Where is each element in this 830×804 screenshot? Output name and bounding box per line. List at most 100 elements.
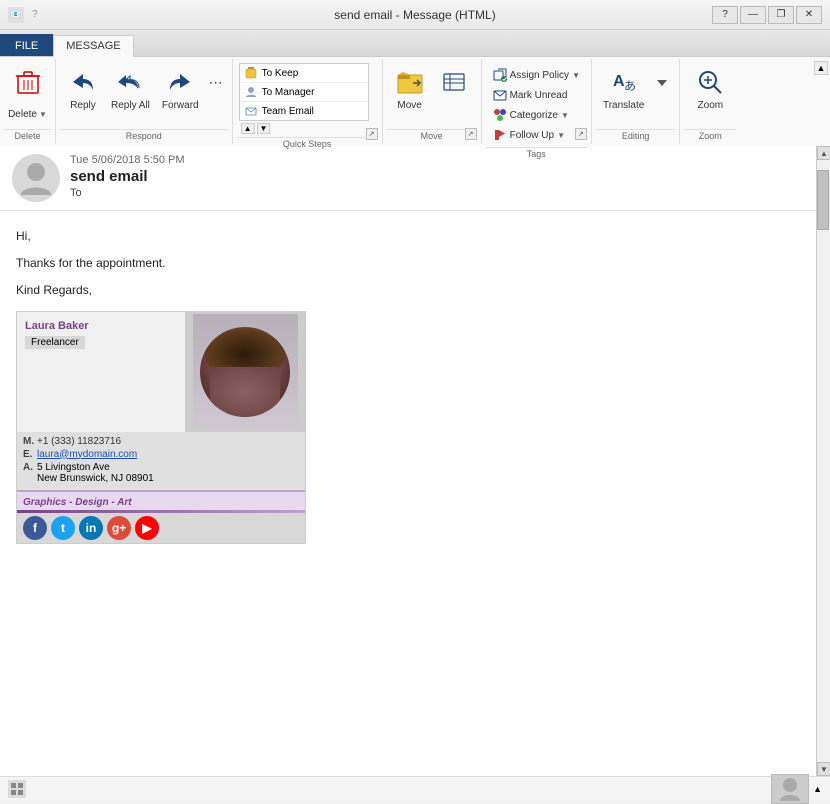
status-left bbox=[8, 780, 26, 798]
tab-message[interactable]: MESSAGE bbox=[53, 35, 133, 57]
assign-policy-button[interactable]: Assign Policy ▼ bbox=[488, 65, 585, 85]
tab-file[interactable]: FILE bbox=[0, 34, 53, 56]
translate-icon: A あ bbox=[608, 66, 640, 98]
help-btn[interactable]: ? bbox=[712, 6, 738, 24]
close-btn[interactable]: ✕ bbox=[796, 6, 822, 24]
restore-btn[interactable]: ❐ bbox=[768, 6, 794, 24]
twitter-icon[interactable]: t bbox=[51, 516, 75, 540]
move-expand-icon[interactable]: ↗ bbox=[465, 128, 477, 140]
to-manager-label: To Manager bbox=[262, 87, 315, 98]
to-keep-label: To Keep bbox=[262, 68, 299, 79]
title-bar-help[interactable]: ? bbox=[32, 9, 38, 20]
scroll-up-btn[interactable]: ▲ bbox=[817, 146, 830, 160]
forward-button[interactable]: Forward bbox=[157, 63, 204, 127]
follow-up-button[interactable]: Follow Up ▼ bbox=[488, 125, 585, 145]
assign-policy-icon bbox=[492, 67, 508, 83]
delete-icon bbox=[12, 66, 44, 98]
scroll-thumb[interactable] bbox=[817, 170, 829, 230]
window-title: send email - Message (HTML) bbox=[334, 8, 495, 22]
team-email-icon bbox=[244, 104, 258, 118]
group-editing: A あ Translate Editing bbox=[592, 59, 680, 144]
assign-policy-arrow: ▼ bbox=[571, 71, 581, 80]
ribbon-collapse-btn[interactable]: ▲ bbox=[814, 61, 828, 75]
status-grid-icon[interactable] bbox=[8, 780, 26, 798]
ribbon-collapse-area: ▲ bbox=[812, 59, 830, 144]
move-group-items: Move bbox=[387, 61, 477, 129]
googleplus-icon[interactable]: g+ bbox=[107, 516, 131, 540]
linkedin-icon[interactable]: in bbox=[79, 516, 103, 540]
title-bar: 📧 ? send email - Message (HTML) ? — ❐ ✕ bbox=[0, 0, 830, 30]
delete-button[interactable] bbox=[7, 63, 49, 107]
translate-button[interactable]: A あ Translate bbox=[598, 63, 649, 127]
sig-address-line1: 5 Livingston Ave bbox=[37, 462, 110, 473]
quick-step-to-manager[interactable]: To Manager bbox=[240, 83, 368, 102]
tags-group-items: Assign Policy ▼ Mark Unread Categorize ▼ bbox=[486, 61, 587, 147]
email-content-area: Tue 5/06/2018 5:50 PM send email To Hi, … bbox=[0, 146, 816, 776]
sig-address-line2: New Brunswick, NJ 08901 bbox=[37, 473, 154, 484]
tags-expand-icon[interactable]: ↗ bbox=[575, 128, 587, 140]
minimize-btn[interactable]: — bbox=[740, 6, 766, 24]
email-to-line: To bbox=[70, 187, 804, 199]
ribbon-tabs: FILE MESSAGE bbox=[0, 30, 830, 56]
quick-step-to-keep[interactable]: To Keep bbox=[240, 64, 368, 83]
reply-button[interactable]: Reply bbox=[62, 63, 104, 127]
quicksteps-group-label: Quick Steps bbox=[237, 137, 378, 150]
signature-box: Laura Baker Freelancer bbox=[16, 311, 306, 544]
sig-address-label: A. bbox=[23, 462, 33, 473]
move-group-label: Move bbox=[387, 129, 477, 142]
signature-photo-area bbox=[185, 312, 305, 432]
email-view: Tue 5/06/2018 5:50 PM send email To Hi, … bbox=[0, 146, 830, 776]
signature-tagline-area: Graphics - Design - Art bbox=[17, 490, 305, 510]
translate-label: Translate bbox=[603, 100, 644, 111]
email-meta: Tue 5/06/2018 5:50 PM send email To bbox=[70, 154, 804, 199]
quicksteps-up-btn[interactable]: ▲ bbox=[241, 123, 255, 134]
sig-phone-label: M. bbox=[23, 436, 33, 447]
status-avatar bbox=[771, 774, 809, 804]
zoom-icon bbox=[694, 66, 726, 98]
group-respond: Reply Reply All Forward bbox=[56, 59, 233, 144]
signature-name-area: Laura Baker Freelancer bbox=[17, 312, 185, 432]
vertical-scrollbar[interactable]: ▲ ▼ bbox=[816, 146, 830, 776]
signature-tagline: Graphics - Design - Art bbox=[23, 494, 132, 511]
window-controls: ? — ❐ ✕ bbox=[712, 6, 822, 24]
email-date: Tue 5/06/2018 5:50 PM bbox=[70, 154, 804, 166]
quick-step-team-email[interactable]: Team Email bbox=[240, 102, 368, 121]
sig-email-value[interactable]: laura@mydomain.com bbox=[37, 449, 137, 460]
status-bar: ▲ bbox=[0, 776, 830, 800]
move-button[interactable]: Move bbox=[389, 63, 431, 127]
signature-title: Freelancer bbox=[25, 336, 85, 349]
status-scroll-up-btn[interactable]: ▲ bbox=[813, 784, 822, 794]
delete-dropdown-btn[interactable]: Delete ▼ bbox=[8, 109, 47, 120]
title-bar-left: 📧 ? bbox=[8, 7, 38, 23]
signature-social-bar: f t in g+ ▶ bbox=[17, 513, 305, 543]
reply-label: Reply bbox=[70, 100, 96, 111]
youtube-icon[interactable]: ▶ bbox=[135, 516, 159, 540]
email-subject: send email bbox=[70, 168, 804, 185]
mark-unread-icon bbox=[492, 87, 508, 103]
mark-unread-label: Mark Unread bbox=[510, 90, 568, 101]
signature-details: M. +1 (333) 11823716 E. laura@mydomain.c… bbox=[17, 432, 305, 490]
sig-address-value: 5 Livingston Ave New Brunswick, NJ 08901 bbox=[37, 462, 154, 484]
email-body-line1: Thanks for the appointment. bbox=[16, 254, 800, 273]
quicksteps-expand-icon[interactable]: ↗ bbox=[366, 128, 378, 140]
zoom-group-label: Zoom bbox=[684, 129, 736, 142]
scroll-track[interactable] bbox=[817, 160, 830, 762]
editing-group-items: A あ Translate bbox=[596, 61, 675, 129]
rules-button[interactable] bbox=[433, 63, 475, 127]
facebook-icon[interactable]: f bbox=[23, 516, 47, 540]
zoom-button[interactable]: Zoom bbox=[689, 63, 731, 127]
signature-top-row: Laura Baker Freelancer bbox=[17, 312, 305, 432]
editing-group-label: Editing bbox=[596, 129, 675, 142]
zoom-group-items: Zoom bbox=[687, 61, 733, 129]
sig-email-row: E. laura@mydomain.com bbox=[23, 449, 299, 460]
mark-unread-button[interactable]: Mark Unread bbox=[488, 85, 585, 105]
editing-more-button[interactable] bbox=[651, 63, 673, 127]
reply-all-button[interactable]: Reply All bbox=[106, 63, 155, 127]
group-move: Move Move ↗ bbox=[383, 59, 482, 144]
categorize-button[interactable]: Categorize ▼ bbox=[488, 105, 585, 125]
app-icon: 📧 bbox=[8, 7, 24, 23]
quick-steps-box: To Keep To Manager Team Email bbox=[239, 63, 369, 121]
follow-up-arrow: ▼ bbox=[556, 131, 566, 140]
quicksteps-down-btn[interactable]: ▼ bbox=[257, 123, 271, 134]
respond-more-button[interactable]: ⋯ bbox=[206, 63, 226, 127]
